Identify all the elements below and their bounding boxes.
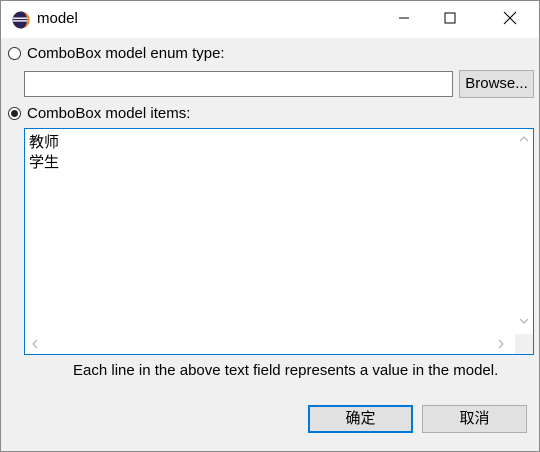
- dialog-window: model ComboBox model enum type: Browse..…: [0, 0, 540, 452]
- enum-type-radio[interactable]: [8, 47, 21, 60]
- close-button[interactable]: [487, 1, 533, 38]
- title-bar[interactable]: model: [1, 1, 539, 38]
- eclipse-icon: [12, 11, 30, 29]
- ok-button[interactable]: 确定: [308, 405, 413, 433]
- enum-type-label[interactable]: ComboBox model enum type:: [27, 45, 225, 62]
- maximize-button[interactable]: [427, 1, 473, 38]
- maximize-icon: [444, 11, 456, 28]
- textarea-line: 学生: [29, 154, 60, 171]
- scroll-corner: [515, 334, 533, 354]
- enum-type-input[interactable]: [24, 71, 453, 97]
- cancel-button[interactable]: 取消: [422, 405, 527, 433]
- vertical-scrollbar[interactable]: [515, 129, 533, 334]
- textarea-line: 教师: [29, 134, 60, 151]
- scroll-left-icon[interactable]: [31, 339, 39, 352]
- textarea-content[interactable]: 教师 学生: [29, 133, 515, 333]
- model-items-radio[interactable]: [8, 107, 21, 120]
- model-items-label[interactable]: ComboBox model items:: [27, 105, 190, 122]
- window-title: model: [37, 10, 78, 27]
- scroll-down-icon[interactable]: [519, 317, 529, 328]
- scroll-up-icon[interactable]: [519, 135, 529, 146]
- close-icon: [503, 11, 517, 29]
- horizontal-scrollbar[interactable]: [25, 334, 515, 354]
- model-items-textarea[interactable]: 教师 学生: [24, 128, 534, 355]
- minimize-button[interactable]: [381, 1, 427, 38]
- scroll-right-icon[interactable]: [497, 339, 505, 352]
- hint-text: Each line in the above text field repres…: [73, 362, 499, 379]
- browse-button[interactable]: Browse...: [459, 70, 534, 98]
- minimize-icon: [398, 11, 410, 28]
